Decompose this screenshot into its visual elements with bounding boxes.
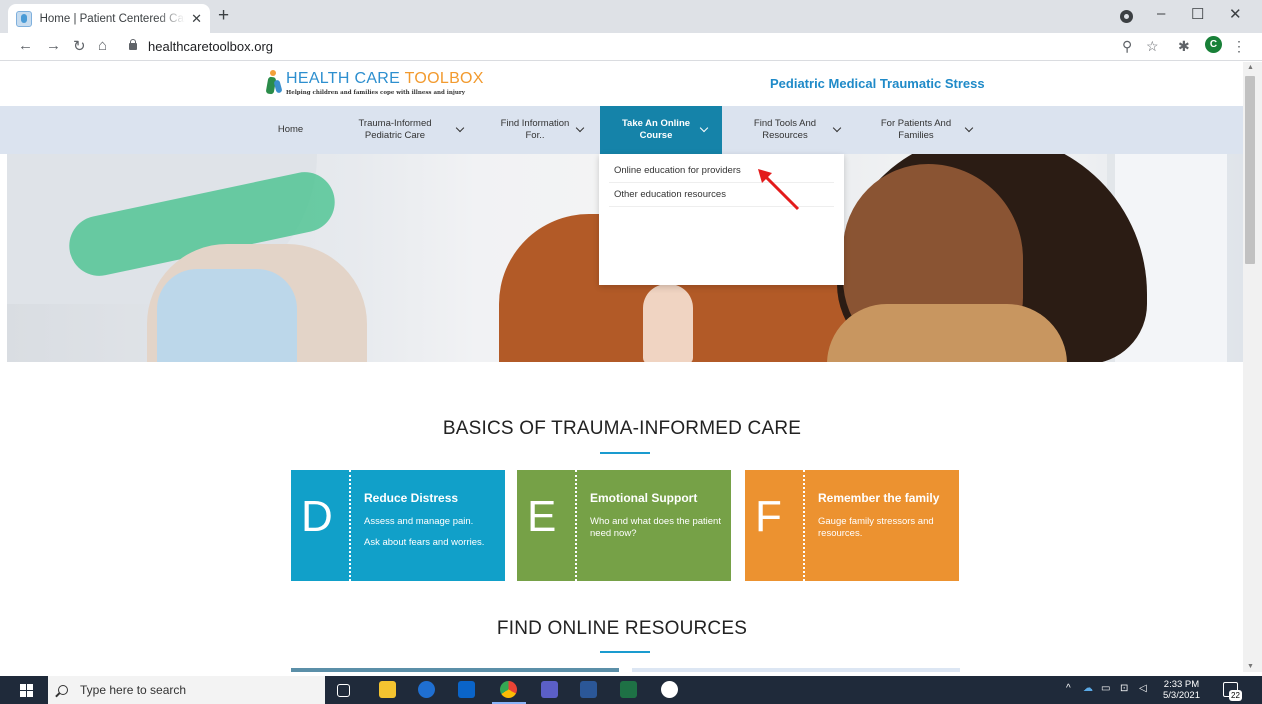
internet-explorer-icon[interactable] [418, 681, 435, 698]
chevron-down-icon [832, 123, 842, 133]
site-favicon-icon [16, 10, 32, 27]
nav-trauma-informed-care[interactable]: Trauma-Informed Pediatric Care [340, 106, 475, 154]
word-icon[interactable] [580, 681, 597, 698]
site-logo[interactable]: HEALTH CARE TOOLBOX Helping children and… [264, 70, 484, 96]
taskbar-clock[interactable]: 2:33 PM 5/3/2021 [1163, 679, 1200, 701]
section-divider [600, 651, 650, 653]
red-annotation-arrow-icon [758, 169, 800, 211]
close-tab-icon[interactable]: ✕ [191, 11, 202, 27]
chrome-icon[interactable] [500, 681, 517, 698]
nav-home[interactable]: Home [268, 106, 313, 154]
logo-tagline: Helping children and families cope with … [286, 90, 465, 96]
nav-patients-families[interactable]: For Patients And Families [868, 106, 980, 154]
minimize-icon[interactable]: – [1157, 5, 1165, 22]
scroll-up-icon[interactable]: ▲ [1247, 64, 1254, 71]
task-view-icon[interactable] [337, 684, 350, 697]
resource-card-strip[interactable] [291, 668, 619, 672]
course-dropdown-menu: Online education for providers Other edu… [599, 154, 844, 285]
slack-icon[interactable] [661, 681, 678, 698]
file-explorer-icon[interactable] [379, 681, 396, 698]
section-divider [600, 452, 650, 454]
new-tab-button[interactable]: + [218, 5, 229, 27]
nav-find-information[interactable]: Find Information For.. [488, 106, 596, 154]
nav-take-online-course[interactable]: Take An Online Course [600, 106, 722, 154]
outlook-icon[interactable] [458, 681, 475, 698]
windows-start-icon[interactable] [20, 684, 33, 697]
browser-tab-strip: Home | Patient Centered Care and ✕ + – ☐… [0, 0, 1262, 33]
basics-section-title: BASICS OF TRAUMA-INFORMED CARE [442, 418, 802, 439]
taskbar-search-placeholder: Type here to search [80, 683, 187, 697]
logo-text-care: CARE [354, 70, 405, 87]
home-icon[interactable]: ⌂ [98, 37, 107, 54]
windows-taskbar: Type here to search ^ ☁ ▭ ⊡ ◁ 2:33 PM 5/… [0, 676, 1262, 704]
network-icon[interactable]: ⊡ [1120, 683, 1128, 694]
back-icon[interactable]: ← [18, 37, 33, 54]
address-bar: ← → ↻ ⌂ healthcaretoolbox.org ⚲ ☆ ✱ ⋮ [0, 33, 1262, 61]
maximize-icon[interactable]: ☐ [1191, 5, 1204, 23]
extensions-puzzle-icon[interactable]: ✱ [1178, 38, 1190, 55]
url-field[interactable]: healthcaretoolbox.org [148, 39, 273, 54]
teams-icon[interactable] [541, 681, 558, 698]
browser-tab[interactable]: Home | Patient Centered Care and ✕ [8, 4, 210, 33]
volume-icon[interactable]: ◁ [1139, 683, 1147, 694]
taskbar-search-box[interactable]: Type here to search [48, 676, 325, 704]
chevron-down-icon [964, 123, 974, 133]
chevron-down-icon [455, 123, 465, 133]
close-window-icon[interactable]: ✕ [1229, 5, 1242, 23]
main-navigation: Home Trauma-Informed Pediatric Care Find… [0, 106, 1244, 154]
chevron-down-icon [575, 123, 585, 133]
nav-find-tools[interactable]: Find Tools And Resources [738, 106, 856, 154]
profile-avatar[interactable]: C [1205, 36, 1222, 53]
page-viewport: HEALTH CARE TOOLBOX Helping children and… [0, 62, 1244, 672]
battery-icon[interactable]: ▭ [1101, 683, 1110, 694]
scrollbar-thumb[interactable] [1245, 76, 1255, 264]
scroll-down-icon[interactable]: ▼ [1247, 663, 1254, 670]
site-subtitle[interactable]: Pediatric Medical Traumatic Stress [770, 76, 985, 91]
card-reduce-distress[interactable]: D Reduce Distress Assess and manage pain… [291, 470, 505, 581]
resources-section-title: FIND ONLINE RESOURCES [496, 618, 748, 639]
search-icon [58, 685, 68, 695]
zoom-icon[interactable]: ⚲ [1122, 38, 1132, 55]
logo-text-toolbox: TOOLBOX [404, 70, 484, 87]
excel-icon[interactable] [620, 681, 637, 698]
card-emotional-support[interactable]: E Emotional Support Who and what does th… [517, 470, 731, 581]
notification-count-badge: 22 [1229, 690, 1242, 701]
tab-title: Home | Patient Centered Care and [39, 12, 186, 25]
media-control-icon[interactable] [1120, 10, 1133, 23]
lock-icon[interactable] [129, 39, 137, 50]
site-header: HEALTH CARE TOOLBOX Helping children and… [0, 62, 1244, 106]
logo-figure-icon [264, 70, 284, 96]
reload-icon[interactable]: ↻ [73, 37, 86, 55]
card-remember-family[interactable]: F Remember the family Gauge family stres… [745, 470, 959, 581]
resource-card-strip[interactable] [632, 668, 960, 672]
logo-text-health: HEALTH [286, 70, 355, 87]
tray-chevron-icon[interactable]: ^ [1066, 683, 1071, 694]
forward-icon[interactable]: → [46, 37, 61, 54]
onedrive-icon[interactable]: ☁ [1083, 683, 1093, 694]
browser-menu-icon[interactable]: ⋮ [1232, 38, 1246, 55]
chevron-down-icon [699, 123, 709, 133]
bookmark-star-icon[interactable]: ☆ [1146, 38, 1159, 55]
